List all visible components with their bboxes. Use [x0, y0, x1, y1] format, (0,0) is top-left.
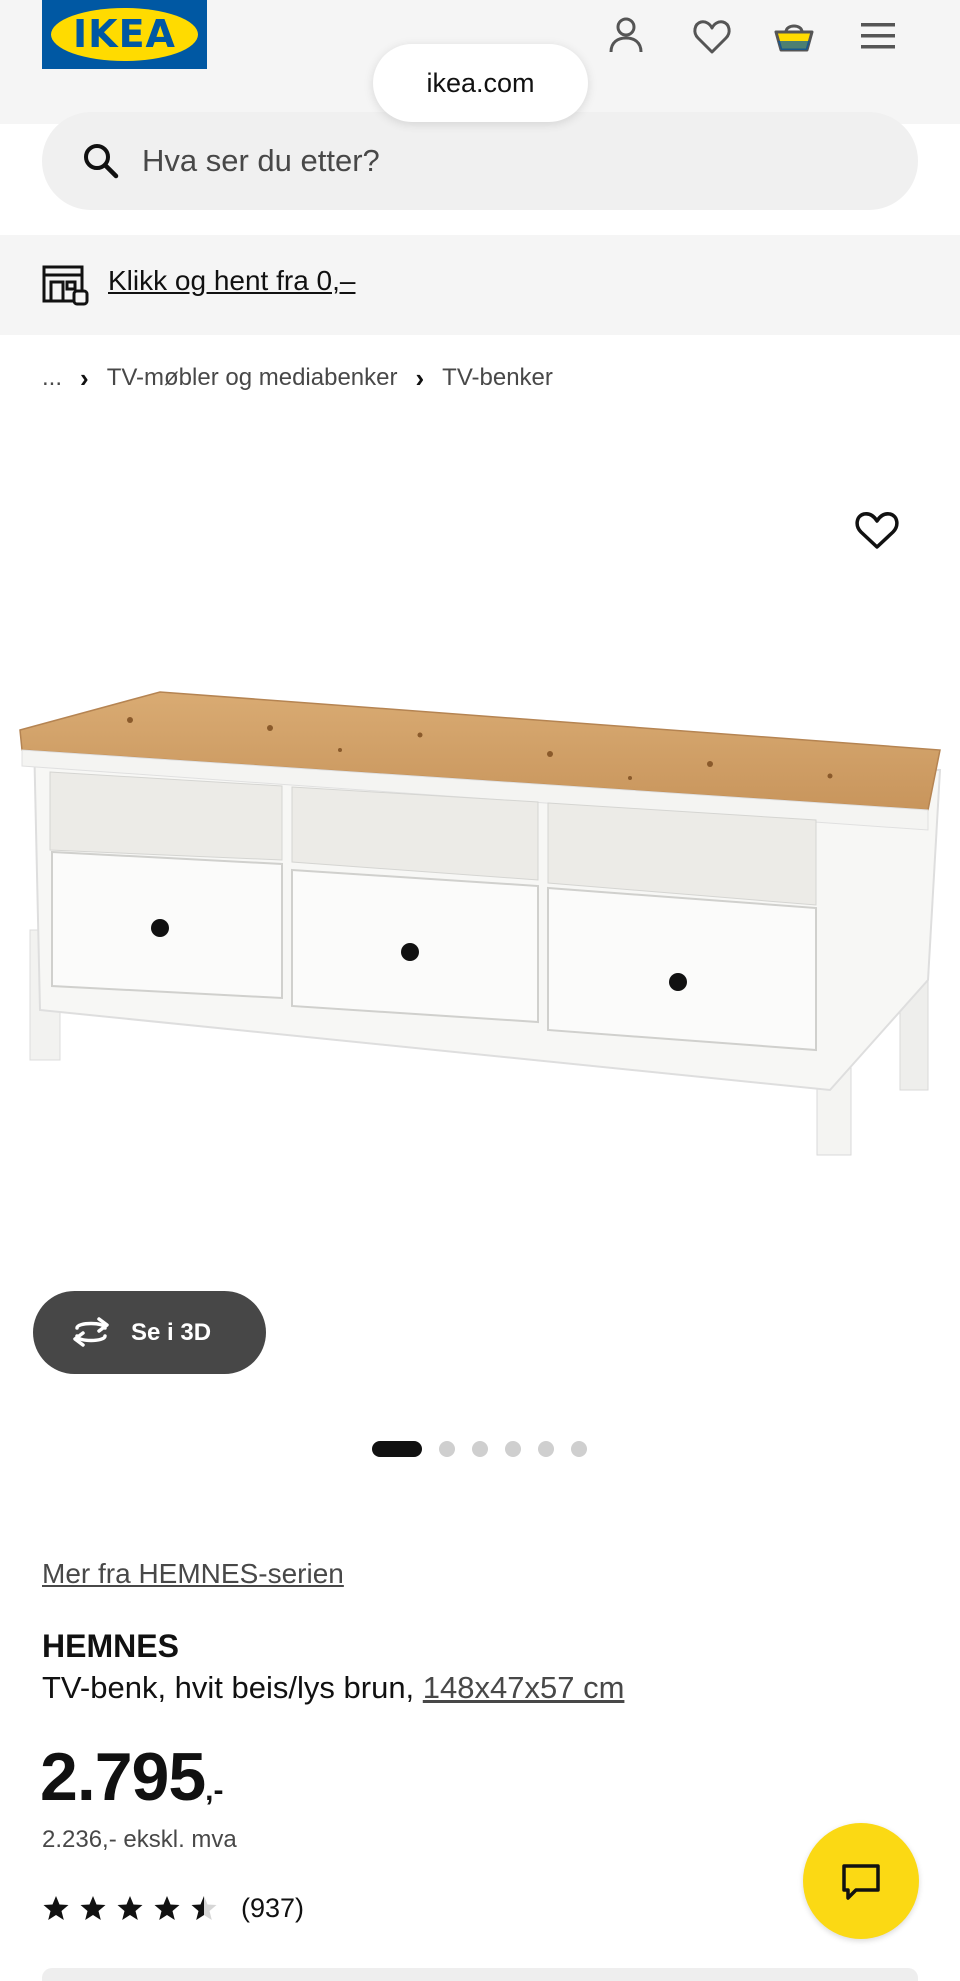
chat-button[interactable] — [803, 1823, 919, 1939]
carousel-dot-6[interactable] — [571, 1441, 587, 1457]
hamburger-menu-icon[interactable] — [856, 14, 900, 58]
chat-bubble-icon — [842, 1864, 880, 1900]
star-full-icon — [43, 1896, 69, 1920]
click-collect-link[interactable]: Klikk og hent fra 0,– — [108, 235, 355, 327]
url-pill[interactable]: ikea.com — [373, 44, 588, 122]
product-dimensions-link[interactable]: 148x47x57 cm — [423, 1670, 625, 1705]
add-to-favourites-heart-icon[interactable] — [852, 505, 902, 555]
star-full-icon — [154, 1896, 180, 1920]
price-excl-vat: 2.236,- ekskl. mva — [42, 1826, 237, 1853]
star-full-icon — [80, 1896, 106, 1920]
next-section-card — [42, 1968, 918, 1981]
user-icon[interactable] — [604, 14, 648, 58]
basket-icon[interactable] — [772, 14, 816, 58]
carousel-dot-3[interactable] — [472, 1441, 488, 1457]
breadcrumb-tv-mobler[interactable]: TV-møbler og mediabenker — [107, 364, 398, 392]
search-input[interactable]: Hva ser du etter? — [42, 112, 918, 210]
product-rating[interactable]: (937) — [42, 1890, 304, 1926]
product-price: 2.795,- — [40, 1738, 224, 1816]
product-description: TV-benk, hvit beis/lys brun, 148x47x57 c… — [42, 1670, 624, 1706]
carousel-dot-2[interactable] — [439, 1441, 455, 1457]
chevron-right-icon: › — [80, 362, 89, 393]
ikea-logo[interactable]: IKEA — [42, 0, 207, 69]
product-name: HEMNES — [42, 1628, 179, 1664]
star-half-icon — [191, 1896, 217, 1920]
carousel-dot-5[interactable] — [538, 1441, 554, 1457]
chevron-right-icon: › — [415, 362, 425, 393]
search-icon — [84, 144, 119, 179]
click-collect-banner: Klikk og hent fra 0,– — [0, 235, 960, 335]
breadcrumb-ellipsis[interactable]: ... — [42, 364, 62, 392]
see-in-3d-label: Se i 3D — [131, 1319, 212, 1346]
rotate-3d-icon — [73, 1317, 109, 1347]
review-count: (937) — [241, 1892, 305, 1923]
carousel-dot-4[interactable] — [505, 1441, 521, 1457]
breadcrumb: ... › TV-møbler og mediabenker › TV-benk… — [42, 360, 553, 396]
search-placeholder: Hva ser du etter? — [142, 143, 380, 178]
logo-text: IKEA — [73, 12, 176, 56]
store-icon — [42, 265, 89, 306]
star-full-icon — [117, 1896, 143, 1920]
product-description-text: TV-benk, hvit beis/lys brun, — [42, 1670, 423, 1705]
tv-bench-image — [19, 691, 942, 1156]
breadcrumb-tv-benker[interactable]: TV-benker — [442, 364, 553, 392]
price-main: 2.795 — [40, 1739, 206, 1815]
carousel-pagination — [372, 1441, 604, 1457]
carousel-dot-1[interactable] — [372, 1441, 422, 1457]
heart-icon[interactable] — [690, 14, 734, 58]
see-in-3d-button[interactable]: Se i 3D — [33, 1291, 266, 1374]
series-link[interactable]: Mer fra HEMNES-serien — [42, 1558, 344, 1590]
price-suffix: ,- — [205, 1774, 224, 1807]
